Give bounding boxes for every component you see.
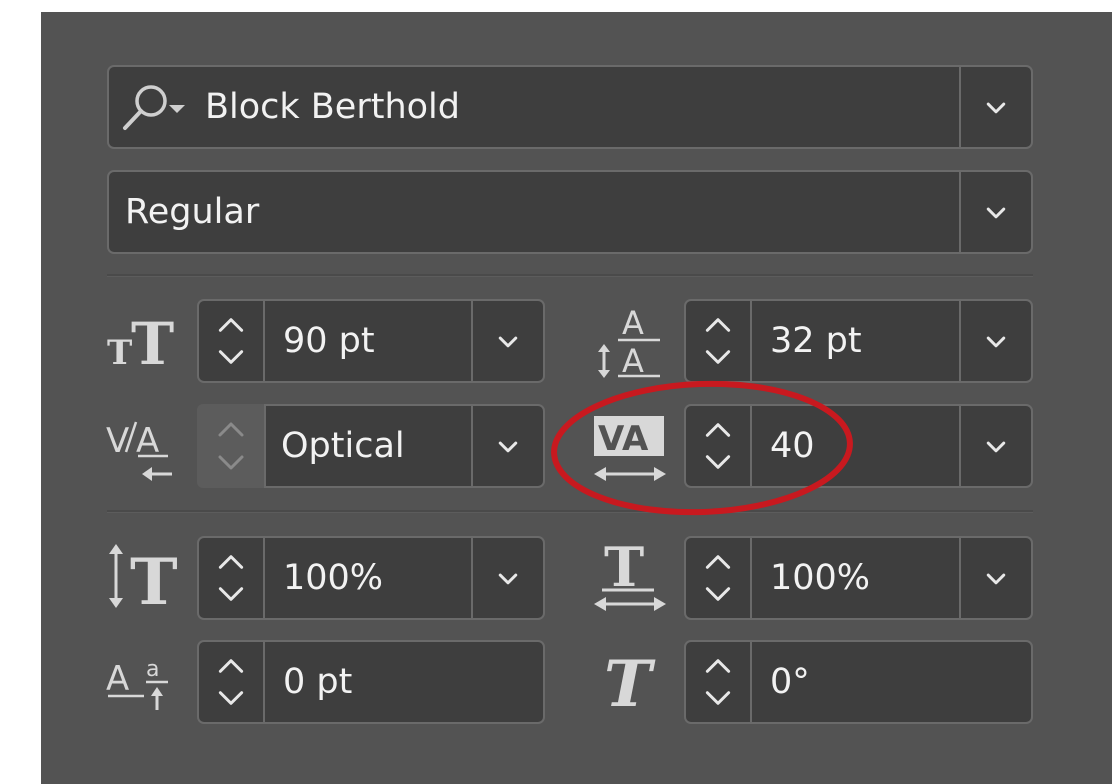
- font-family-value[interactable]: Block Berthold: [205, 67, 460, 147]
- skew-icon: T: [600, 646, 660, 714]
- font-size-value[interactable]: 90 pt: [283, 301, 375, 381]
- leading-dropdown-button[interactable]: [959, 301, 1031, 381]
- chevron-down-icon: [986, 207, 1006, 219]
- kerning-dropdown-button[interactable]: [471, 406, 543, 486]
- svg-text:V: V: [106, 421, 129, 461]
- font-size-dropdown-button[interactable]: [471, 301, 543, 381]
- chevron-down-icon: [986, 573, 1006, 585]
- skew-value[interactable]: 0°: [770, 642, 810, 722]
- baseline-shift-stepper[interactable]: [199, 642, 265, 722]
- svg-text:A: A: [622, 342, 644, 380]
- horizontal-scale-value[interactable]: 100%: [770, 538, 870, 618]
- tracking-stepper[interactable]: [686, 406, 752, 486]
- leading-field[interactable]: 32 pt: [684, 299, 1033, 383]
- svg-text:a: a: [146, 657, 159, 682]
- skew-stepper[interactable]: [686, 642, 752, 722]
- tracking-value[interactable]: 40: [770, 406, 815, 486]
- baseline-shift-value[interactable]: 0 pt: [283, 642, 352, 722]
- baseline-shift-icon: A a: [106, 650, 176, 714]
- search-dropdown-icon[interactable]: [119, 81, 193, 137]
- section-divider: [107, 510, 1033, 513]
- font-style-value[interactable]: Regular: [125, 172, 259, 252]
- leading-stepper[interactable]: [686, 301, 752, 381]
- svg-text:A: A: [106, 659, 129, 699]
- svg-text:T: T: [604, 647, 656, 714]
- tracking-icon: VA: [592, 414, 668, 486]
- font-family-field[interactable]: Block Berthold: [107, 65, 1033, 149]
- font-size-icon: T T: [105, 306, 187, 370]
- kerning-field[interactable]: Optical: [264, 404, 545, 488]
- vertical-scale-value[interactable]: 100%: [283, 538, 383, 618]
- horizontal-scale-stepper[interactable]: [686, 538, 752, 618]
- vertical-scale-dropdown-button[interactable]: [471, 538, 543, 618]
- chevron-down-icon: [986, 441, 1006, 453]
- leading-value[interactable]: 32 pt: [770, 301, 862, 381]
- chevron-down-icon: [986, 336, 1006, 348]
- chevron-down-icon: [498, 441, 518, 453]
- baseline-shift-field[interactable]: 0 pt: [197, 640, 545, 724]
- svg-text:A: A: [622, 304, 644, 342]
- vertical-scale-stepper[interactable]: [199, 538, 265, 618]
- svg-text:T: T: [131, 310, 174, 370]
- horizontal-scale-field[interactable]: 100%: [684, 536, 1033, 620]
- horizontal-scale-dropdown-button[interactable]: [959, 538, 1031, 618]
- tracking-dropdown-button[interactable]: [959, 406, 1031, 486]
- tracking-field[interactable]: 40: [684, 404, 1033, 488]
- vertical-scale-field[interactable]: 100%: [197, 536, 545, 620]
- font-style-dropdown-button[interactable]: [959, 172, 1031, 252]
- chevron-down-icon: [498, 573, 518, 585]
- chevron-down-icon: [498, 336, 518, 348]
- svg-text:VA: VA: [598, 419, 649, 459]
- kerning-stepper-disabled: [197, 404, 265, 488]
- chevron-down-icon: [986, 102, 1006, 114]
- vertical-scale-icon: T: [104, 540, 184, 612]
- leading-icon: A A: [590, 300, 670, 380]
- kerning-value[interactable]: Optical: [281, 406, 405, 486]
- font-size-stepper[interactable]: [199, 301, 265, 381]
- section-divider: [107, 274, 1033, 277]
- svg-text:T: T: [107, 333, 132, 370]
- svg-text:T: T: [130, 545, 178, 612]
- font-family-dropdown-button[interactable]: [959, 67, 1031, 147]
- horizontal-scale-icon: T: [592, 538, 668, 614]
- skew-field[interactable]: 0°: [684, 640, 1033, 724]
- kerning-icon: V A: [106, 412, 180, 486]
- font-style-field[interactable]: Regular: [107, 170, 1033, 254]
- font-size-field[interactable]: 90 pt: [197, 299, 545, 383]
